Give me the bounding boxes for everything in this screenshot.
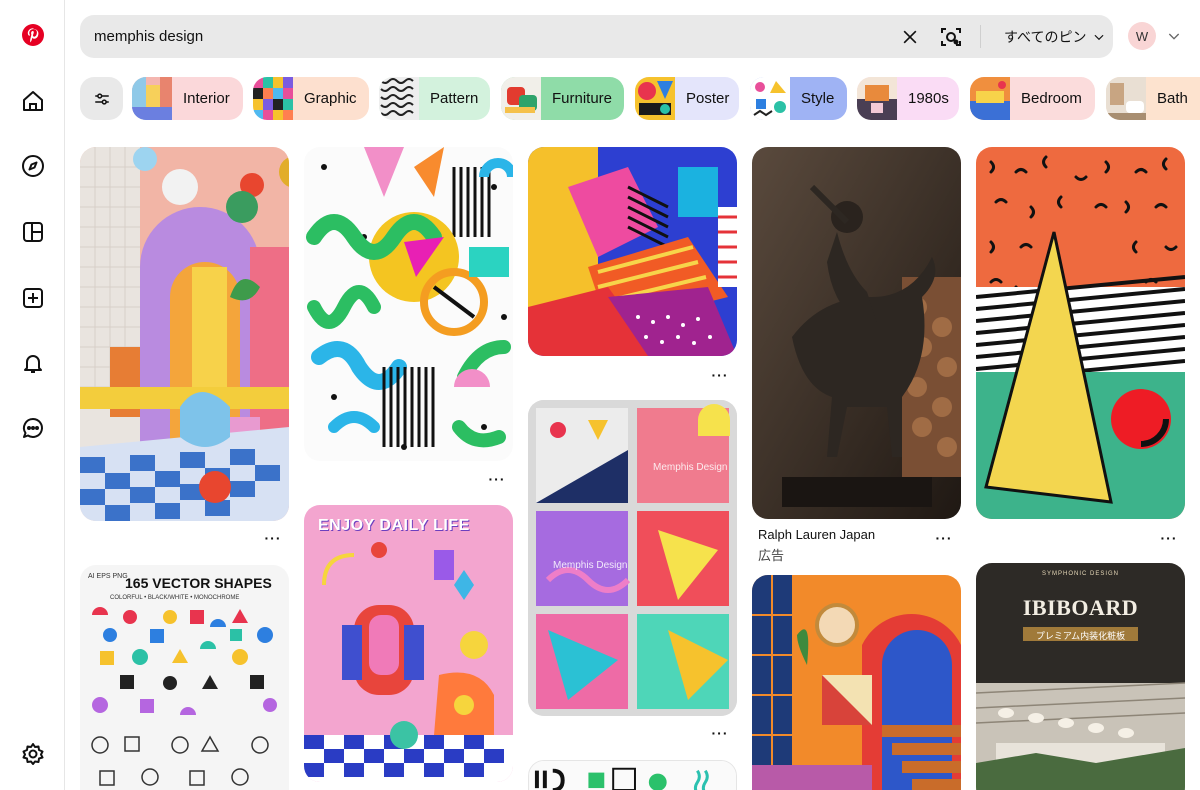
chip-pattern-thumbnail [379, 77, 419, 120]
chip-label: Graphic [304, 90, 357, 107]
pin-memphis-squiggle-pattern[interactable] [304, 147, 513, 461]
memphis-card-label: Memphis Design [553, 560, 628, 571]
pin-more-options-icon[interactable]: ··· [711, 726, 729, 740]
board-ad-brand: IBIBOARD [1022, 595, 1139, 620]
clear-search-icon[interactable] [898, 25, 922, 49]
ad-advertiser-name[interactable]: Ralph Lauren Japan [758, 527, 938, 542]
pin-memphis-geometric-blocks[interactable] [528, 147, 737, 356]
chip-poster[interactable]: Poster [635, 77, 739, 120]
filters-sliders-icon[interactable] [80, 77, 123, 120]
vector-shapes-subtitle: COLORFUL • BLACK/WHITE • MONOCHROME [110, 595, 240, 601]
chip-graphic-thumbnail [253, 77, 293, 120]
chip-graphic[interactable]: Graphic [253, 77, 369, 120]
chip-furniture-thumbnail [501, 77, 541, 120]
pin-image [752, 147, 961, 519]
pin-image [529, 761, 736, 790]
chip-1980s-thumbnail [857, 77, 897, 120]
pin-image [528, 400, 737, 716]
create-plus-icon[interactable] [20, 285, 46, 311]
pin-vector-shapes[interactable]: AI EPS PNG 165 VECTOR SHAPES COLORFUL • … [80, 565, 289, 790]
pin-image [80, 147, 289, 521]
pin-ibiboard-ad[interactable]: SYMPHONIC DESIGN IBIBOARD プレミアム内装化粧板 [976, 563, 1185, 790]
pin-more-options-icon[interactable]: ··· [264, 531, 282, 545]
memphis-card-label: Memphis Design [653, 462, 728, 473]
pin-type-filter-dropdown[interactable]: すべてのピン [1004, 15, 1106, 58]
boards-icon[interactable] [20, 219, 46, 245]
chip-label: Interior [183, 90, 230, 107]
board-ad-subtitle: プレミアム内装化粧板 [1035, 631, 1126, 641]
chevron-down-icon [1094, 34, 1104, 40]
home-icon[interactable] [20, 88, 46, 114]
pin-ralph-lauren-ad[interactable] [752, 147, 961, 519]
pin-memphis-staircase-interior[interactable] [752, 575, 961, 790]
explore-compass-icon[interactable] [20, 153, 46, 179]
vector-shapes-title: 165 VECTOR SHAPES [125, 575, 272, 591]
ad-meta: Ralph Lauren Japan 広告 [758, 527, 938, 564]
pin-image [304, 147, 513, 461]
search-bar: すべてのピン [80, 15, 1113, 58]
pin-image [976, 147, 1185, 519]
chip-bedroom[interactable]: Bedroom [970, 77, 1095, 120]
search-divider [980, 25, 981, 48]
chip-pattern[interactable]: Pattern [379, 77, 490, 120]
pin-memphis-interior[interactable] [80, 147, 289, 521]
search-guide-chips: Interior Graphic Pattern Furniture Poste… [80, 77, 1200, 121]
chip-label: Style [801, 90, 835, 107]
chip-label: Poster [686, 90, 730, 107]
chip-bath[interactable]: Bath [1106, 77, 1200, 120]
pin-memphis-triangle-poster[interactable] [976, 147, 1185, 519]
chip-furniture[interactable]: Furniture [501, 77, 624, 120]
pin-more-options-icon[interactable]: ··· [1160, 531, 1178, 545]
chip-interior-thumbnail [132, 77, 172, 120]
pin-more-options-icon[interactable]: ··· [711, 368, 729, 382]
pin-enjoy-daily-life-poster[interactable]: ENJOY DAILY LIFE [304, 505, 513, 782]
chip-bath-thumbnail [1106, 77, 1146, 120]
chip-bedroom-thumbnail [970, 77, 1010, 120]
pin-image [528, 147, 737, 356]
pin-type-filter-label: すべてのピン [1004, 28, 1087, 45]
ad-sponsored-label: 広告 [758, 548, 785, 563]
chip-label: Pattern [430, 90, 479, 107]
account-chevron-down-icon[interactable] [1166, 28, 1182, 44]
pin-image [304, 505, 513, 782]
chip-interior[interactable]: Interior [132, 77, 243, 120]
chip-poster-thumbnail [635, 77, 675, 120]
chip-label: 1980s [908, 90, 949, 107]
chip-label: Furniture [552, 90, 613, 107]
sidebar [0, 0, 65, 790]
pin-more-options-icon[interactable]: ··· [488, 472, 506, 486]
pin-memphis-icons-partial[interactable] [528, 760, 737, 790]
chip-label: Bedroom [1021, 90, 1082, 107]
pin-memphis-design-cards[interactable]: Memphis Design Memphis Design [528, 400, 737, 716]
pinterest-logo-icon[interactable] [20, 22, 46, 48]
pin-image [752, 575, 961, 790]
vector-shapes-tag: AI EPS PNG [88, 573, 128, 580]
chip-label: Bath [1157, 90, 1188, 107]
user-avatar[interactable]: W [1128, 22, 1156, 50]
messages-chat-icon[interactable] [20, 415, 46, 441]
search-input[interactable] [94, 15, 794, 58]
settings-gear-icon[interactable] [20, 741, 46, 767]
chip-1980s[interactable]: 1980s [857, 77, 959, 120]
poster-headline: ENJOY DAILY LIFE [318, 517, 470, 534]
pin-more-options-icon[interactable]: ··· [935, 531, 953, 545]
chip-style[interactable]: Style [750, 77, 847, 120]
visual-search-camera-icon[interactable] [938, 24, 964, 50]
board-ad-top-label: SYMPHONIC DESIGN [1041, 571, 1119, 577]
notifications-bell-icon[interactable] [20, 350, 46, 376]
chip-style-thumbnail [750, 77, 790, 120]
